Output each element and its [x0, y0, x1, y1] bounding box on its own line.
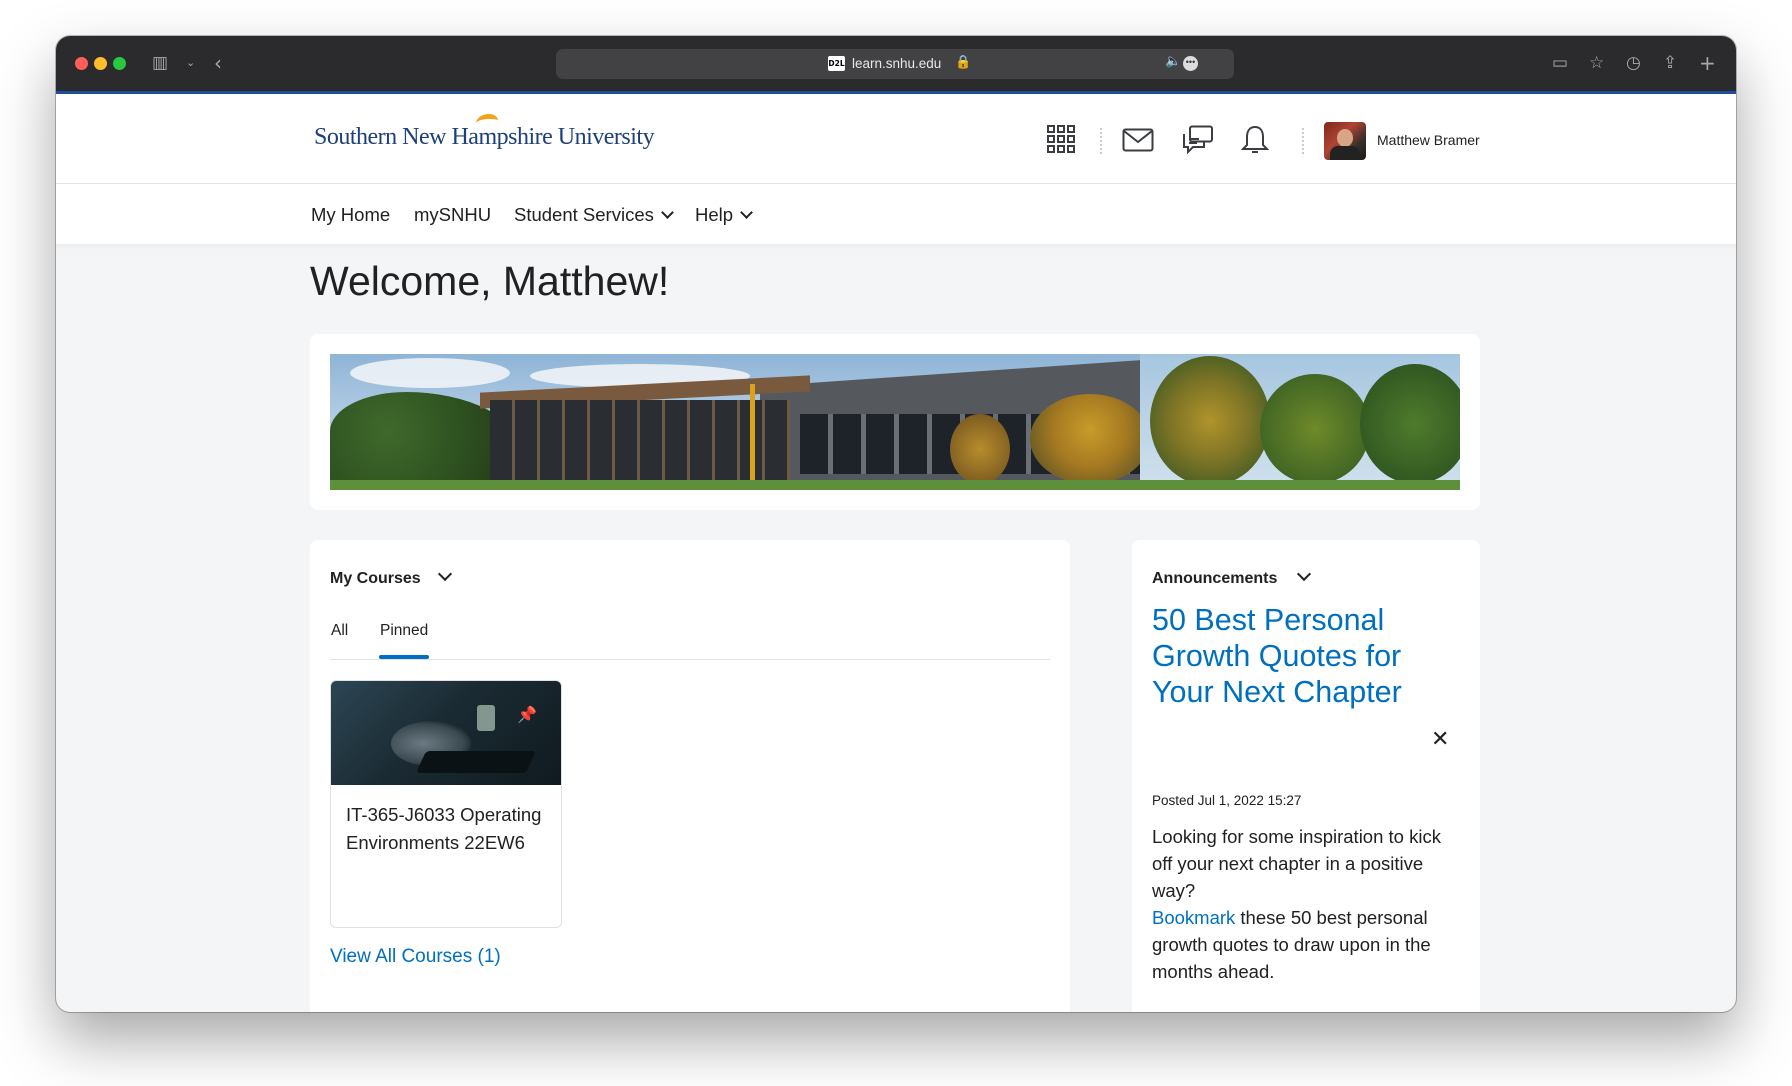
- more-options-icon[interactable]: •••: [1183, 56, 1198, 71]
- announcement-text: Looking for some inspiration to kick off…: [1152, 826, 1441, 901]
- course-tile[interactable]: 📌 IT-365-J6033 Operating Environments 22…: [330, 680, 562, 928]
- avatar-shirt: [1330, 146, 1360, 160]
- browser-toolbar: ▥ ⌄ ‹ D2L learn.snhu.edu 🔒 🔈 ••• ▭ ☆ ◷ ⇪…: [56, 36, 1736, 94]
- browser-window: ▥ ⌄ ‹ D2L learn.snhu.edu 🔒 🔈 ••• ▭ ☆ ◷ ⇪…: [56, 36, 1736, 1012]
- reader-icon[interactable]: ▭: [1552, 52, 1568, 74]
- avatar[interactable]: [1324, 122, 1366, 160]
- announcement-body: Looking for some inspiration to kick off…: [1152, 823, 1462, 985]
- chat-icon[interactable]: [1182, 125, 1214, 155]
- address-bar[interactable]: D2L learn.snhu.edu 🔒 🔈 •••: [556, 49, 1234, 79]
- course-title[interactable]: IT-365-J6033 Operating Environments 22EW…: [346, 801, 551, 857]
- chevron-down-icon[interactable]: ⌄: [186, 52, 195, 74]
- nav-student-services[interactable]: Student Services: [514, 204, 674, 226]
- announcement-date: Posted Jul 1, 2022 15:27: [1152, 793, 1302, 808]
- zoom-window-button[interactable]: [113, 57, 126, 70]
- campus-banner-image: [330, 354, 1460, 490]
- tab-pinned[interactable]: Pinned: [380, 622, 428, 640]
- announcement-headline[interactable]: 50 Best Personal Growth Quotes for Your …: [1152, 602, 1452, 710]
- widget-title: Announcements: [1152, 570, 1278, 587]
- logo-swoosh-icon: [476, 114, 498, 130]
- tab-all[interactable]: All: [331, 622, 348, 640]
- nav-help-label: Help: [695, 204, 734, 225]
- url-text[interactable]: learn.snhu.edu: [852, 56, 941, 71]
- nav-student-services-label: Student Services: [514, 204, 654, 225]
- header-divider: [1100, 128, 1104, 154]
- notification-bell-icon[interactable]: [1241, 124, 1269, 156]
- site-favicon: D2L: [828, 56, 845, 71]
- bookmark-link[interactable]: Bookmark: [1152, 907, 1235, 928]
- site-header: Southern New Hampshire University Matthe…: [56, 94, 1736, 184]
- nav-help[interactable]: Help: [695, 204, 753, 226]
- close-window-button[interactable]: [75, 57, 88, 70]
- history-icon[interactable]: ◷: [1626, 52, 1641, 74]
- chevron-down-icon[interactable]: [437, 566, 453, 582]
- chevron-down-icon[interactable]: [1296, 566, 1312, 582]
- header-divider: [1302, 128, 1306, 154]
- minimize-window-button[interactable]: [94, 57, 107, 70]
- page-title: Welcome, Matthew!: [310, 258, 670, 304]
- app-grid-icon[interactable]: [1046, 124, 1076, 154]
- mail-icon[interactable]: [1122, 128, 1154, 152]
- sidebar-toggle-icon[interactable]: ▥: [152, 52, 168, 74]
- pin-icon[interactable]: 📌: [517, 705, 537, 724]
- share-icon[interactable]: ⇪: [1663, 52, 1677, 74]
- back-icon[interactable]: ‹: [214, 52, 222, 74]
- avatar-face: [1337, 129, 1353, 147]
- new-tab-icon[interactable]: +: [1699, 52, 1716, 74]
- bookmark-star-icon[interactable]: ☆: [1589, 52, 1604, 74]
- nav-mysnhu[interactable]: mySNHU: [414, 204, 491, 226]
- chevron-down-icon: [660, 206, 674, 219]
- close-icon[interactable]: ✕: [1431, 727, 1449, 752]
- user-name[interactable]: Matthew Bramer: [1377, 132, 1480, 148]
- my-courses-widget: My Courses All Pinned 📌 IT-365-J6033 Ope…: [310, 540, 1070, 1012]
- nav-my-home[interactable]: My Home: [311, 204, 390, 226]
- main-nav: My Home mySNHU Student Services Help: [56, 184, 1736, 245]
- course-image: [331, 681, 561, 785]
- banner-card: [310, 334, 1480, 510]
- tabs-divider: [330, 659, 1050, 660]
- chevron-down-icon: [740, 206, 753, 219]
- audio-icon[interactable]: 🔈: [1165, 54, 1181, 69]
- lock-icon: 🔒: [955, 55, 972, 70]
- view-all-courses-link[interactable]: View All Courses (1): [330, 946, 501, 968]
- announcements-widget: Announcements 50 Best Personal Growth Qu…: [1132, 540, 1480, 1012]
- widget-title: My Courses: [330, 570, 421, 587]
